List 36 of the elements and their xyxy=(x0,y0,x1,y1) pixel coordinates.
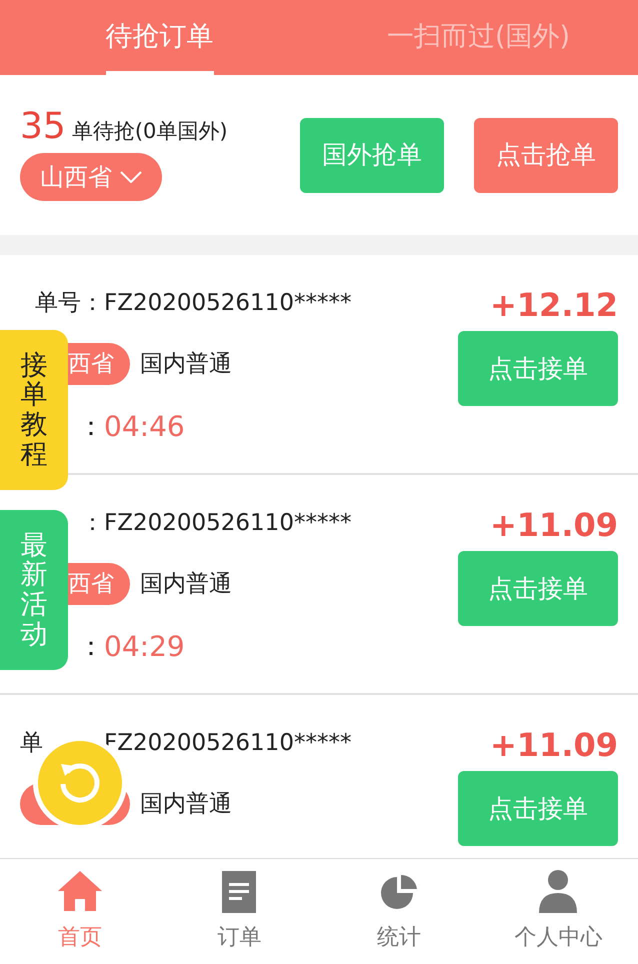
time-label: ： xyxy=(78,630,104,664)
accept-order-button[interactable]: 点击接单 xyxy=(458,771,618,846)
order-number: FZ20200526110***** xyxy=(104,728,352,758)
order-price: +11.09 xyxy=(490,505,618,545)
order-number-label: ： xyxy=(81,508,104,538)
document-icon xyxy=(222,871,256,913)
order-type: 国内普通 xyxy=(140,570,232,599)
nav-tab[interactable]: 订单 xyxy=(160,859,319,964)
header-tab[interactable]: 待抢订单 xyxy=(106,0,214,75)
accept-order-button[interactable]: 点击接单 xyxy=(458,551,618,626)
grab-order-button[interactable]: 点击抢单 xyxy=(474,118,618,192)
person-icon xyxy=(537,869,580,913)
nav-tab[interactable]: 统计 xyxy=(319,859,478,964)
order-type: 国内普通 xyxy=(140,790,232,819)
chevron-down-icon xyxy=(120,171,142,184)
countdown-time: 04:46 xyxy=(104,409,185,445)
nav-tab[interactable]: 首页 xyxy=(0,859,160,964)
order-price: +11.09 xyxy=(490,725,618,765)
nav-tab[interactable]: 个人中心 xyxy=(478,859,638,964)
countdown-time: 04:29 xyxy=(104,629,185,665)
accept-order-button[interactable]: 点击接单 xyxy=(458,331,618,406)
order-price: +12.12 xyxy=(490,285,618,325)
header-tab[interactable]: 一扫而过(国外) xyxy=(386,0,570,75)
house-icon xyxy=(56,869,104,913)
order-number: FZ20200526110***** xyxy=(104,288,352,318)
order-number: FZ20200526110***** xyxy=(104,508,352,538)
side-tab[interactable]: 最新活动 xyxy=(0,510,68,670)
pending-count: 35 xyxy=(20,108,66,145)
province-selector[interactable]: 山西省 xyxy=(20,153,162,202)
side-tab[interactable]: 接单教程 xyxy=(0,330,68,490)
order-number-label: 单号： xyxy=(35,288,104,318)
time-label: ： xyxy=(78,410,104,444)
order-type: 国内普通 xyxy=(140,350,232,379)
order-number-label: 单 xyxy=(20,728,43,758)
grab-order-button[interactable]: 国外抢单 xyxy=(300,118,444,192)
pending-text: 单待抢(0单国外) xyxy=(72,118,228,145)
